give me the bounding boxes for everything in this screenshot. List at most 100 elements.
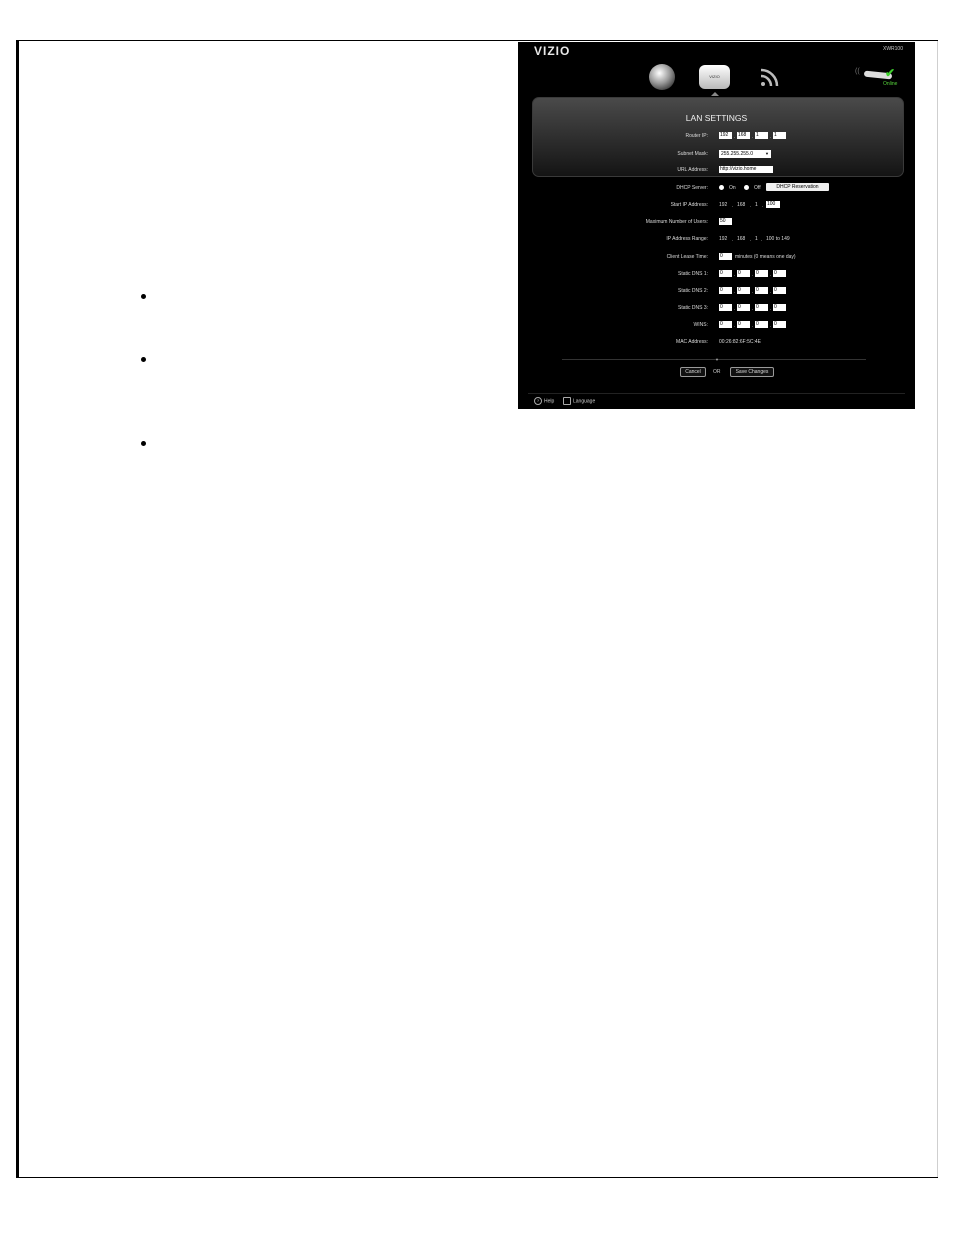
max-users-row: Maximum Number of Users: 50 [518, 217, 915, 227]
dns1-label: Static DNS 1: [677, 271, 708, 277]
help-label: Help [544, 398, 555, 405]
dns3-octet-4[interactable]: 0 [773, 304, 786, 311]
connection-status: (( ✔ Online [855, 66, 901, 90]
router-ip-octet-4[interactable]: 1 [773, 132, 786, 139]
router-icon[interactable]: VIZIO [699, 65, 730, 89]
dns3-row: Static DNS 3: 0 . 0 . 0 . 0 [518, 303, 915, 313]
divider [562, 359, 866, 360]
subnet-mask-label: Subnet Mask: [677, 151, 708, 157]
dns1-row: Static DNS 1: 0 . 0 . 0 . 0 [518, 269, 915, 279]
max-users-label: Maximum Number of Users: [645, 219, 708, 225]
url-address-input[interactable]: http://vizio.home [719, 166, 773, 173]
separator: . [752, 134, 754, 140]
max-users-input[interactable]: 50 [719, 218, 732, 225]
or-text: OR [713, 369, 721, 375]
dns2-label: Static DNS 2: [677, 288, 708, 294]
wins-octet-2[interactable]: 0 [737, 321, 750, 328]
lease-time-label: Client Lease Time: [666, 254, 708, 260]
separator: . [770, 289, 772, 295]
dns2-row: Static DNS 2: 0 . 0 . 0 . 0 [518, 286, 915, 296]
router-ui-screenshot: VIZIO XWR100 VIZIO (( ✔ Online LAN SETTI… [518, 42, 915, 409]
separator: . [770, 323, 772, 329]
subnet-mask-select[interactable]: 255.255.255.0 ▼ [719, 150, 771, 158]
dns3-octet-3[interactable]: 0 [755, 304, 768, 311]
status-text: Online [883, 81, 898, 87]
separator: . [732, 203, 734, 209]
dhcp-reservation-button[interactable]: DHCP Reservation [766, 183, 829, 191]
dhcp-server-row: DHCP Server: On Off DHCP Reservation [518, 183, 915, 193]
router-ip-octet-3[interactable]: 1 [755, 132, 768, 139]
router-ip-label: Router IP: [685, 133, 708, 139]
dns2-octet-3[interactable]: 0 [755, 287, 768, 294]
separator: . [770, 272, 772, 278]
ip-range-row: IP Address Range: 192 . 168 . 1 . 100 to… [518, 234, 915, 244]
dns1-octet-3[interactable]: 0 [755, 270, 768, 277]
dhcp-server-label: DHCP Server: [676, 185, 708, 191]
start-ip-row: Start IP Address: 192 . 168 . 1 . 100 [518, 200, 915, 210]
wins-label: WINS: [693, 322, 708, 328]
separator: . [734, 289, 736, 295]
footer-divider [528, 393, 905, 394]
wins-octet-3[interactable]: 0 [755, 321, 768, 328]
bullet-point [141, 294, 146, 299]
dns1-octet-4[interactable]: 0 [773, 270, 786, 277]
language-icon [563, 397, 571, 405]
dns2-octet-4[interactable]: 0 [773, 287, 786, 294]
wins-octet-4[interactable]: 0 [773, 321, 786, 328]
router-ip-octet-2[interactable]: 168 [737, 132, 750, 139]
ip-range-part-3: 1 [755, 236, 758, 242]
separator: . [762, 203, 764, 209]
router-ip-octet-1[interactable]: 192 [719, 132, 732, 139]
wins-octet-1[interactable]: 0 [719, 321, 732, 328]
wireless-icon[interactable] [757, 64, 783, 90]
dns3-label: Static DNS 3: [677, 305, 708, 311]
dns1-octet-2[interactable]: 0 [737, 270, 750, 277]
dns1-octet-1[interactable]: 0 [719, 270, 732, 277]
separator: . [770, 134, 772, 140]
mac-address-row: MAC Address: 00:26:82:6F:5C:4E [518, 337, 915, 347]
language-label: Language [573, 398, 596, 405]
mac-address-value: 00:26:82:6F:5C:4E [719, 339, 761, 345]
language-link[interactable]: Language [563, 397, 595, 405]
separator: . [770, 306, 772, 312]
dhcp-on-label: On [729, 185, 736, 191]
start-ip-octet-4-input[interactable]: 100 [766, 201, 780, 208]
save-changes-button[interactable]: Save Changes [730, 367, 774, 377]
ip-range-part-2: 168 [737, 236, 746, 242]
dhcp-on-radio[interactable] [719, 185, 724, 190]
separator: . [750, 237, 752, 243]
router-icon-label: VIZIO [709, 74, 720, 79]
dns2-octet-1[interactable]: 0 [719, 287, 732, 294]
dns3-octet-2[interactable]: 0 [737, 304, 750, 311]
bullet-point [141, 357, 146, 362]
checkmark-icon: ✔ [885, 66, 896, 80]
router-ip-row: Router IP: 192 . 168 . 1 . 1 [518, 131, 915, 141]
dhcp-off-radio[interactable] [744, 185, 749, 190]
help-link[interactable]: ? Help [534, 397, 554, 405]
ip-range-label: IP Address Range: [666, 236, 708, 242]
page-left-rule [16, 41, 19, 1177]
lease-time-row: Client Lease Time: 0 minutes (0 means on… [518, 252, 915, 262]
start-ip-label: Start IP Address: [670, 202, 708, 208]
mac-address-label: MAC Address: [676, 339, 708, 345]
scroll-down-icon[interactable]: ▼ [715, 357, 719, 362]
wins-row: WINS: 0 . 0 . 0 . 0 [518, 320, 915, 330]
separator: . [752, 306, 754, 312]
chevron-down-icon: ▼ [765, 151, 769, 156]
separator: . [732, 237, 734, 243]
separator: . [734, 323, 736, 329]
dns3-octet-1[interactable]: 0 [719, 304, 732, 311]
wifi-signal-icon [760, 68, 779, 87]
lease-time-input[interactable]: 0 [719, 253, 732, 260]
cancel-button[interactable]: Cancel [680, 367, 706, 377]
help-icon: ? [534, 397, 542, 405]
separator: . [734, 306, 736, 312]
start-ip-octet-2: 168 [737, 202, 746, 208]
separator: . [752, 272, 754, 278]
start-ip-octet-3: 1 [755, 202, 758, 208]
separator: . [752, 289, 754, 295]
internet-globe-icon[interactable] [649, 64, 675, 90]
start-ip-octet-1: 192 [719, 202, 728, 208]
dns2-octet-2[interactable]: 0 [737, 287, 750, 294]
separator: . [761, 237, 763, 243]
